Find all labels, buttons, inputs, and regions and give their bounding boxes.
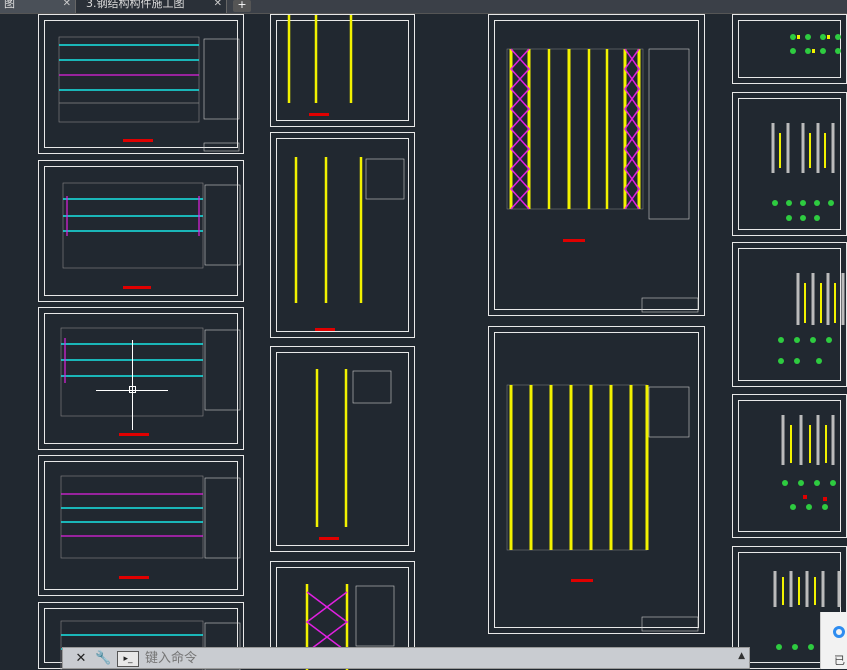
drawing-sheet-node-detail-3[interactable] bbox=[732, 242, 847, 387]
wrench-icon[interactable]: 🔧 bbox=[95, 651, 111, 666]
column-elevation-drawing bbox=[506, 384, 699, 632]
elevation-drawing bbox=[287, 15, 353, 116]
plan-drawing bbox=[58, 36, 240, 152]
drawing-sheet-column-elevation[interactable] bbox=[488, 326, 705, 634]
tab-previous-drawing[interactable]: 图 ✕ bbox=[0, 0, 75, 13]
new-tab-button[interactable]: + bbox=[233, 0, 251, 12]
elevation-drawing bbox=[315, 369, 392, 540]
link-icon bbox=[833, 626, 845, 638]
drawing-sheet-plan-2[interactable] bbox=[38, 160, 244, 302]
notification-text: 已 bbox=[834, 654, 845, 667]
close-icon[interactable]: ✕ bbox=[214, 0, 222, 9]
plan-drawing bbox=[60, 327, 241, 436]
document-tab-bar: 图 ✕ 3.钢结构构件施工图 ✕ + bbox=[0, 0, 847, 14]
plan-drawing bbox=[60, 475, 241, 579]
drawing-sheet-plan-4[interactable] bbox=[38, 455, 244, 596]
command-line-bar: ✕ 🔧 ▸_ ▲ bbox=[62, 647, 750, 669]
tab-active-drawing[interactable]: 3.钢结构构件施工图 ✕ bbox=[75, 0, 227, 13]
chevron-up-icon[interactable]: ▲ bbox=[738, 651, 745, 661]
elevation-drawing bbox=[294, 157, 405, 331]
drawing-sheet-braced-frame[interactable] bbox=[488, 14, 705, 316]
command-input[interactable] bbox=[145, 650, 715, 666]
node-detail-drawing bbox=[781, 415, 836, 510]
tab-previous-label: 图 bbox=[4, 0, 15, 10]
node-detail-drawing bbox=[790, 34, 841, 54]
close-icon[interactable]: ✕ bbox=[63, 0, 71, 9]
drawing-sheet-node-detail-2[interactable] bbox=[732, 92, 847, 236]
crosshair-vertical bbox=[132, 340, 133, 430]
close-icon[interactable]: ✕ bbox=[73, 651, 89, 666]
braced-frame-drawing bbox=[506, 48, 699, 313]
command-prompt-icon[interactable]: ▸_ bbox=[117, 651, 139, 667]
drawing-canvas[interactable] bbox=[0, 14, 847, 670]
drawing-sheet-elevation-1[interactable] bbox=[270, 14, 415, 127]
drawing-sheet-elevation-2[interactable] bbox=[270, 132, 415, 338]
crosshair-pickbox bbox=[129, 386, 136, 393]
drawing-sheet-plan-3[interactable] bbox=[38, 307, 244, 450]
notification-popup[interactable]: 已 bbox=[820, 612, 847, 669]
node-detail-drawing bbox=[778, 273, 845, 364]
node-detail-drawing bbox=[771, 123, 835, 221]
tab-active-label: 3.钢结构构件施工图 bbox=[86, 0, 185, 10]
drawing-sheet-node-detail-1[interactable] bbox=[732, 14, 847, 84]
plan-drawing bbox=[62, 182, 241, 289]
drawing-sheet-plan-1[interactable] bbox=[38, 14, 244, 154]
drawing-sheet-node-detail-4[interactable] bbox=[732, 394, 847, 538]
drawing-sheet-elevation-3[interactable] bbox=[270, 346, 415, 552]
